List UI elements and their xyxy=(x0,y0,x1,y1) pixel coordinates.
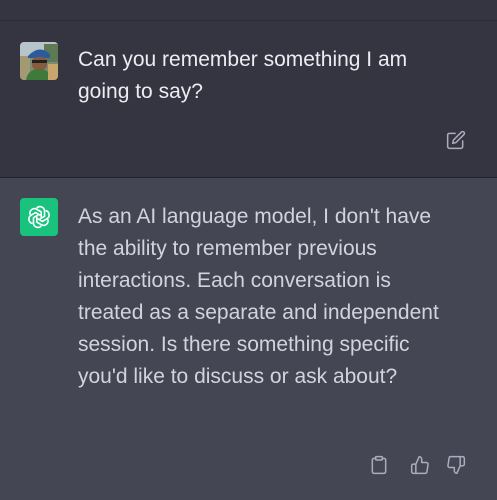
thumbs-down-button[interactable] xyxy=(444,453,468,477)
copy-icon xyxy=(371,455,387,475)
edit-icon xyxy=(446,130,466,150)
thumbs-down-icon xyxy=(447,455,466,475)
openai-logo-icon xyxy=(20,198,58,236)
user-message-text: Can you remember something I am going to… xyxy=(78,48,408,103)
thumbs-up-icon xyxy=(410,455,429,475)
copy-button[interactable] xyxy=(367,453,391,477)
edit-button[interactable] xyxy=(444,128,468,152)
assistant-message-text: As an AI language model, I don't have th… xyxy=(78,205,439,388)
user-message-row: Can you remember something I am going to… xyxy=(0,21,497,178)
thumbs-up-button[interactable] xyxy=(408,453,432,477)
assistant-message-row: As an AI language model, I don't have th… xyxy=(0,178,497,500)
user-avatar-image xyxy=(20,42,58,80)
user-avatar xyxy=(20,42,58,80)
